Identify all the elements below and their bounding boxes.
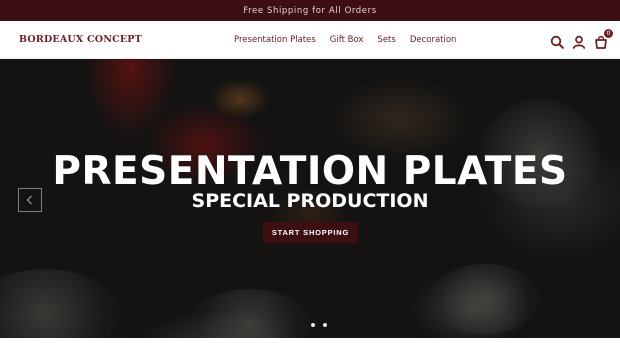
slider-dot[interactable]: [311, 323, 315, 327]
account-icon[interactable]: [572, 34, 586, 49]
hero-subtitle: SPECIAL PRODUCTION: [191, 190, 429, 212]
site-header: BORDEAUX CONCEPT Presentation Plates Gif…: [0, 21, 620, 59]
start-shopping-button[interactable]: START SHOPPING: [263, 222, 358, 243]
nav-item-presentation-plates[interactable]: Presentation Plates: [234, 35, 316, 45]
nav-item-sets[interactable]: Sets: [377, 35, 395, 45]
hero-title: PRESENTATION PLATES: [52, 149, 568, 194]
nav-item-gift-box[interactable]: Gift Box: [330, 35, 364, 45]
cart-icon[interactable]: 0: [594, 29, 613, 49]
main-nav: Presentation Plates Gift Box Sets Decora…: [234, 21, 456, 59]
hero-slider: PRESENTATION PLATES SPECIAL PRODUCTION S…: [0, 59, 620, 338]
slider-dot[interactable]: [323, 323, 327, 327]
announcement-bar: Free Shipping for All Orders: [0, 0, 620, 21]
search-icon[interactable]: [550, 34, 564, 49]
cart-count-badge: 0: [604, 29, 613, 38]
slider-dots: [311, 323, 327, 327]
header-icons: 0: [550, 29, 613, 51]
brand-logo[interactable]: BORDEAUX CONCEPT: [19, 34, 142, 45]
nav-item-decoration[interactable]: Decoration: [410, 35, 457, 45]
announcement-text: Free Shipping for All Orders: [243, 5, 377, 16]
